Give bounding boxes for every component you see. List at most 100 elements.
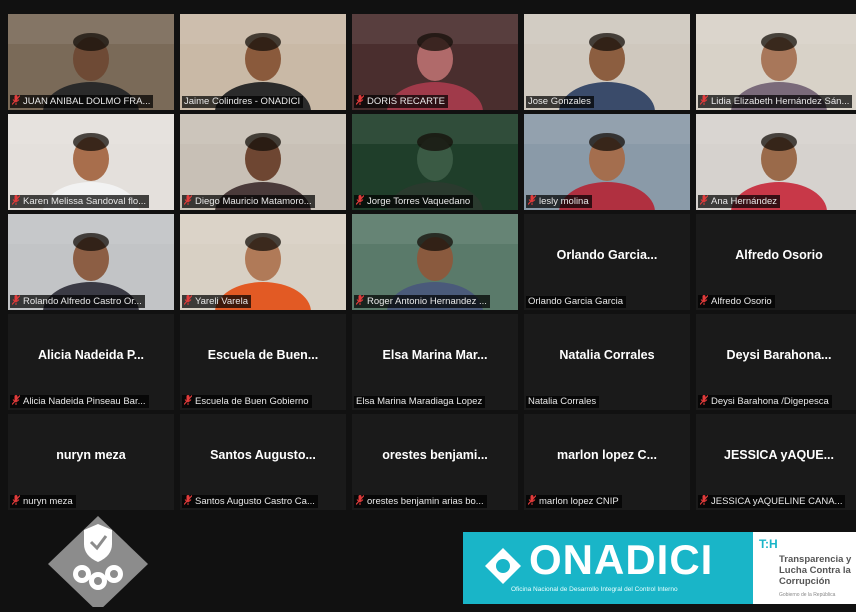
participant-name-label: Alfredo Osorio [698,295,775,308]
mic-muted-icon [527,195,537,205]
participant-tile[interactable]: orestes benjami... orestes benjamin arias… [352,414,518,510]
participant-name-label: Elsa Marina Maradiaga Lopez [354,396,486,408]
participant-tile[interactable]: Escuela de Buen... Escuela de Buen Gobier… [180,314,346,410]
participant-name-text: nuryn meza [23,496,73,507]
participant-display-name: nuryn meza [56,448,126,462]
participant-display-name: Alicia Nadeida P... [37,348,145,362]
participant-name-label: Jorge Torres Vaquedano [354,195,474,208]
participant-name-text: orestes benjamin arias bo... [367,496,484,507]
participant-name-text: Jose Gonzales [528,96,591,107]
participant-tile[interactable]: Roger Antonio Hernandez ... [352,214,518,310]
footer-branding: ONADICI Oficina Nacional de Desarrollo I… [0,514,856,612]
participant-name-text: Orlando Garcia Garcia [528,296,624,307]
participant-tile[interactable]: Yareli Varela [180,214,346,310]
participant-tile[interactable]: marlon lopez C... marlon lopez CNIP [524,414,690,510]
participant-name-label: Roger Antonio Hernandez ... [354,295,490,308]
participant-name-label: Escuela de Buen Gobierno [182,395,312,408]
participant-name-text: Deysi Barahona /Digepesca [711,396,829,407]
participant-display-name: orestes benjami... [382,448,488,462]
mic-muted-icon [355,195,365,205]
mic-muted-icon [183,495,193,505]
participant-name-label: orestes benjamin arias bo... [354,495,487,508]
participant-name-text: Roger Antonio Hernandez ... [367,296,487,307]
participant-tile[interactable]: DORIS RECARTE [352,14,518,110]
participant-tile[interactable]: Elsa Marina Mar... Elsa Marina Maradiaga … [352,314,518,410]
participant-tile[interactable]: Deysi Barahona... Deysi Barahona /Digepes… [696,314,856,410]
participant-name-label: Lidia Elizabeth Hernández Sán... [698,95,853,108]
participant-name-text: Alicia Nadeida Pinseau Bar... [23,396,146,407]
participant-name-text: Elsa Marina Maradiaga Lopez [356,396,483,407]
participant-tile[interactable]: Natalia Corrales Natalia Corrales [524,314,690,410]
participant-name-text: Karen Melissa Sandoval flo... [23,196,147,207]
participant-name-label: Karen Melissa Sandoval flo... [10,195,150,208]
participant-name-text: Lidia Elizabeth Hernández Sán... [711,96,850,107]
participant-tile[interactable]: Rolando Alfredo Castro Or... [8,214,174,310]
th-mark: T:H [759,537,778,551]
participant-name-label: Deysi Barahona /Digepesca [698,395,832,408]
participant-display-name: Elsa Marina Mar... [382,348,488,362]
mic-muted-icon [699,295,709,305]
participant-name-text: Jorge Torres Vaquedano [367,196,471,207]
participant-name-text: Natalia Corrales [528,396,597,407]
participant-name-text: JESSICA yAQUELINE CANA... [711,496,843,507]
participant-name-text: Santos Augusto Castro Ca... [195,496,315,507]
participant-name-label: Natalia Corrales [526,396,600,408]
participant-name-text: DORIS RECARTE [367,96,445,107]
participant-tile[interactable]: Jaime Colindres - ONADICI [180,14,346,110]
mic-muted-icon [355,295,365,305]
onadici-subtitle: Oficina Nacional de Desarrollo Integral … [511,586,678,593]
participant-name-label: Jose Gonzales [526,96,594,108]
participant-tile[interactable]: Alicia Nadeida P... Alicia Nadeida Pinsea… [8,314,174,410]
mic-muted-icon [699,195,709,205]
participant-display-name: Orlando Garcia... [556,248,658,262]
participant-name-text: JUAN ANIBAL DOLMO FRA... [23,96,151,107]
participant-name-text: Alfredo Osorio [711,296,772,307]
participant-name-text: marlon lopez CNIP [539,496,619,507]
participant-name-text: Jaime Colindres - ONADICI [184,96,301,107]
mic-muted-icon [11,195,21,205]
participant-tile[interactable]: Alfredo Osorio Alfredo Osorio [696,214,856,310]
participant-tile[interactable]: Karen Melissa Sandoval flo... [8,114,174,210]
mic-muted-icon [699,395,709,405]
participant-tile[interactable]: Lidia Elizabeth Hernández Sán... [696,14,856,110]
participant-tile[interactable]: Jose Gonzales [524,14,690,110]
participant-tile[interactable]: JESSICA yAQUE... JESSICA yAQUELINE CANA..… [696,414,856,510]
participant-tile[interactable]: lesly molina [524,114,690,210]
shield-gears-icon [42,514,154,612]
th-small: Gobierno de la República [779,592,836,598]
mic-muted-icon [183,295,193,305]
participant-name-text: lesly molina [539,196,589,207]
participant-display-name: Escuela de Buen... [207,348,319,362]
participant-name-label: Diego Mauricio Matamoro... [182,195,315,208]
participant-tile[interactable]: nuryn meza nuryn meza [8,414,174,510]
participant-name-text: Diego Mauricio Matamoro... [195,196,312,207]
participant-name-label: Ana Hernández [698,195,781,208]
participant-tile[interactable]: Santos Augusto... Santos Augusto Castro C… [180,414,346,510]
participant-name-label: Rolando Alfredo Castro Or... [10,295,145,308]
participant-tile[interactable]: Diego Mauricio Matamoro... [180,114,346,210]
participant-tile[interactable]: Ana Hernández [696,114,856,210]
participant-name-label: JESSICA yAQUELINE CANA... [698,495,846,508]
mic-muted-icon [11,95,21,105]
transparencia-logo: T:H Transparencia y Lucha Contra la Corr… [753,532,856,604]
participant-name-text: Escuela de Buen Gobierno [195,396,309,407]
participant-tile[interactable]: Orlando Garcia... Orlando Garcia Garcia [524,214,690,310]
mic-muted-icon [11,295,21,305]
participant-name-label: Yareli Varela [182,295,251,308]
participant-grid: JUAN ANIBAL DOLMO FRA... Jaime Colindres … [8,14,856,514]
mic-muted-icon [355,495,365,505]
participant-tile[interactable]: Jorge Torres Vaquedano [352,114,518,210]
participant-name-text: Ana Hernández [711,196,778,207]
onadici-emblem-icon [485,548,521,584]
participant-name-label: Jaime Colindres - ONADICI [182,96,304,108]
mic-muted-icon [11,395,21,405]
mic-muted-icon [183,395,193,405]
participant-tile[interactable]: JUAN ANIBAL DOLMO FRA... [8,14,174,110]
participant-display-name: Deysi Barahona... [726,348,832,362]
participant-name-label: marlon lopez CNIP [526,495,622,508]
participant-name-label: DORIS RECARTE [354,95,448,108]
participant-display-name: Natalia Corrales [559,348,655,362]
participant-name-label: Orlando Garcia Garcia [526,296,627,308]
participant-name-label: lesly molina [526,195,592,208]
participant-display-name: Santos Augusto... [210,448,316,462]
